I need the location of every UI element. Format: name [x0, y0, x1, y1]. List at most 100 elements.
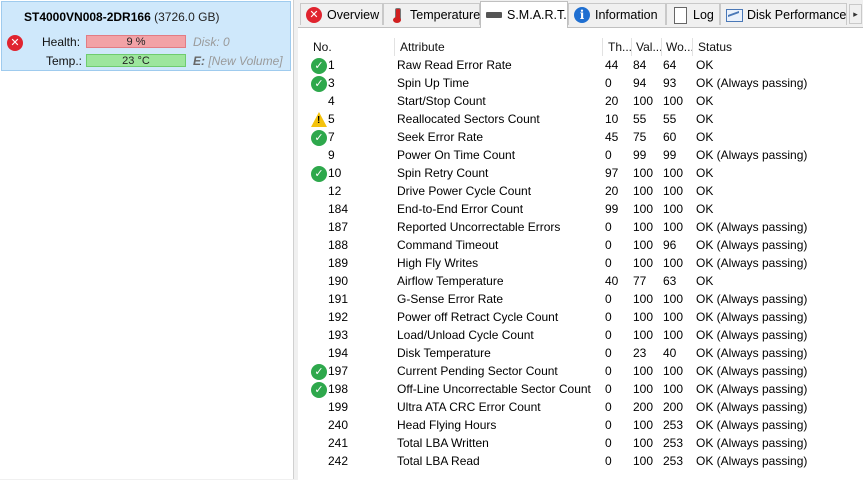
cell-attribute: Off-Line Uncorrectable Sector Count: [397, 382, 591, 396]
cell-worst: 100: [663, 364, 684, 378]
check-icon: ✓: [311, 76, 327, 92]
table-row[interactable]: 241 Total LBA Written 0 100 253 OK (Always pa…: [308, 434, 863, 452]
table-row[interactable]: 193 Load/Unload Cycle Count 0 100 100 OK (Alw…: [308, 326, 863, 344]
cell-status: OK (Always passing): [696, 292, 808, 306]
cell-worst: 99: [663, 148, 677, 162]
table-row[interactable]: 4 Start/Stop Count 20 100 100 OK: [308, 92, 863, 110]
cell-threshold: 0: [605, 454, 612, 468]
tab-temperature[interactable]: Temperature: [383, 3, 480, 25]
table-row[interactable]: 191 G-Sense Error Rate 0 100 100 OK (Always p…: [308, 290, 863, 308]
table-row[interactable]: ✓ 197 Current Pending Sector Count 0 100 100 O…: [308, 362, 863, 380]
cell-value: 100: [633, 382, 654, 396]
cell-value: 100: [633, 94, 654, 108]
table-row[interactable]: ✓ 1 Raw Read Error Rate 44 84 64 OK: [308, 56, 863, 74]
cell-threshold: 0: [605, 148, 612, 162]
table-row[interactable]: 189 High Fly Writes 0 100 100 OK (Always pass…: [308, 254, 863, 272]
cell-no: 7: [328, 130, 335, 144]
cell-worst: 100: [663, 328, 684, 342]
cell-status: OK (Always passing): [696, 238, 808, 252]
cell-no: 3: [328, 76, 335, 90]
col-threshold[interactable]: Th...: [608, 40, 632, 54]
cell-worst: 100: [663, 292, 684, 306]
tab-overview[interactable]: ✕ Overview: [300, 3, 383, 25]
col-status[interactable]: Status: [698, 40, 732, 54]
cell-worst: 100: [663, 184, 684, 198]
tab-label: Disk Performance: [747, 7, 847, 22]
cell-value: 100: [633, 238, 654, 252]
cell-worst: 96: [663, 238, 677, 252]
warning-icon: [311, 112, 327, 127]
tab-log[interactable]: Log: [666, 3, 720, 25]
cell-attribute: Power On Time Count: [397, 148, 516, 162]
table-row[interactable]: 199 Ultra ATA CRC Error Count 0 200 200 OK (A…: [308, 398, 863, 416]
cell-threshold: 40: [605, 274, 619, 288]
cell-attribute: Total LBA Read: [397, 454, 480, 468]
cell-status: OK: [696, 94, 714, 108]
table-row[interactable]: ✓ 10 Spin Retry Count 97 100 100 OK: [308, 164, 863, 182]
cell-value: 100: [633, 292, 654, 306]
disk-value: 0: [223, 35, 230, 49]
table-row[interactable]: ✓ 7 Seek Error Rate 45 75 60 OK: [308, 128, 863, 146]
drive-card[interactable]: ST4000VN008-2DR166 (3726.0 GB) ✕ Health:…: [1, 1, 291, 71]
smart-table: ✓ 1 Raw Read Error Rate 44 84 64 OK ✓ 3 Spin Up T…: [308, 56, 863, 470]
table-row[interactable]: ✓ 198 Off-Line Uncorrectable Sector Count 0…: [308, 380, 863, 398]
cell-no: 197: [328, 364, 349, 378]
cell-threshold: 0: [605, 436, 612, 450]
table-row[interactable]: 192 Power off Retract Cycle Count 0 100 100 O…: [308, 308, 863, 326]
col-value[interactable]: Val...: [636, 40, 662, 54]
cell-status: OK (Always passing): [696, 76, 808, 90]
table-row[interactable]: 240 Head Flying Hours 0 100 253 OK (Always pa…: [308, 416, 863, 434]
cell-threshold: 0: [605, 310, 612, 324]
table-row[interactable]: 9 Power On Time Count 0 99 99 OK (Always pass…: [308, 146, 863, 164]
table-row[interactable]: 242 Total LBA Read 0 100 253 OK (Always passi…: [308, 452, 863, 470]
table-row[interactable]: 190 Airflow Temperature 40 77 63 OK: [308, 272, 863, 290]
table-row[interactable]: 194 Disk Temperature 0 23 40 OK (Always passi…: [308, 344, 863, 362]
drive-list-panel: ST4000VN008-2DR166 (3726.0 GB) ✕ Health:…: [0, 0, 294, 479]
tab-disk-performance[interactable]: Disk Performance: [720, 3, 847, 25]
table-row[interactable]: 12 Drive Power Cycle Count 20 100 100 OK: [308, 182, 863, 200]
tab-smart[interactable]: S.M.A.R.T.: [480, 1, 568, 28]
table-row[interactable]: 187 Reported Uncorrectable Errors 0 100 100 O…: [308, 218, 863, 236]
table-row[interactable]: ✓ 3 Spin Up Time 0 94 93 OK (Always passing): [308, 74, 863, 92]
cell-no: 190: [328, 274, 349, 288]
table-row[interactable]: 184 End-to-End Error Count 99 100 100 OK: [308, 200, 863, 218]
cell-value: 94: [633, 76, 647, 90]
cell-no: 188: [328, 238, 349, 252]
cell-threshold: 99: [605, 202, 619, 216]
cell-threshold: 45: [605, 130, 619, 144]
cell-value: 55: [633, 112, 647, 126]
cell-worst: 253: [663, 418, 684, 432]
cell-status: OK (Always passing): [696, 418, 808, 432]
cell-threshold: 0: [605, 400, 612, 414]
col-no[interactable]: No.: [313, 40, 332, 54]
cell-worst: 100: [663, 310, 684, 324]
info-icon: i: [574, 6, 590, 23]
temp-bar: 23 °C: [86, 54, 186, 67]
cell-no: 242: [328, 454, 349, 468]
cell-threshold: 10: [605, 112, 619, 126]
cell-status: OK (Always passing): [696, 148, 808, 162]
col-worst[interactable]: Wo...: [666, 40, 694, 54]
cell-worst: 55: [663, 112, 677, 126]
red-x-icon: ✕: [306, 6, 322, 23]
tab-label: Overview: [327, 7, 380, 22]
cell-attribute: Reported Uncorrectable Errors: [397, 220, 561, 234]
cell-threshold: 0: [605, 220, 612, 234]
check-icon: ✓: [311, 364, 327, 380]
tab-scroll-right-button[interactable]: ▸: [849, 4, 862, 24]
smart-panel: No. Attribute Th... Val... Wo... Status …: [298, 27, 863, 480]
tab-label: Log: [693, 7, 714, 22]
cell-attribute: Raw Read Error Rate: [397, 58, 512, 72]
cell-threshold: 20: [605, 184, 619, 198]
cell-status: OK (Always passing): [696, 310, 808, 324]
col-attribute[interactable]: Attribute: [400, 40, 445, 54]
cell-attribute: Head Flying Hours: [397, 418, 497, 432]
cell-worst: 64: [663, 58, 677, 72]
cell-worst: 200: [663, 400, 684, 414]
table-row[interactable]: 188 Command Timeout 0 100 96 OK (Always passi…: [308, 236, 863, 254]
tab-information[interactable]: i Information: [568, 3, 666, 25]
cell-no: 198: [328, 382, 349, 396]
cell-status: OK: [696, 166, 714, 180]
cell-attribute: Command Timeout: [397, 238, 499, 252]
table-row[interactable]: 5 Reallocated Sectors Count 10 55 55 OK: [308, 110, 863, 128]
